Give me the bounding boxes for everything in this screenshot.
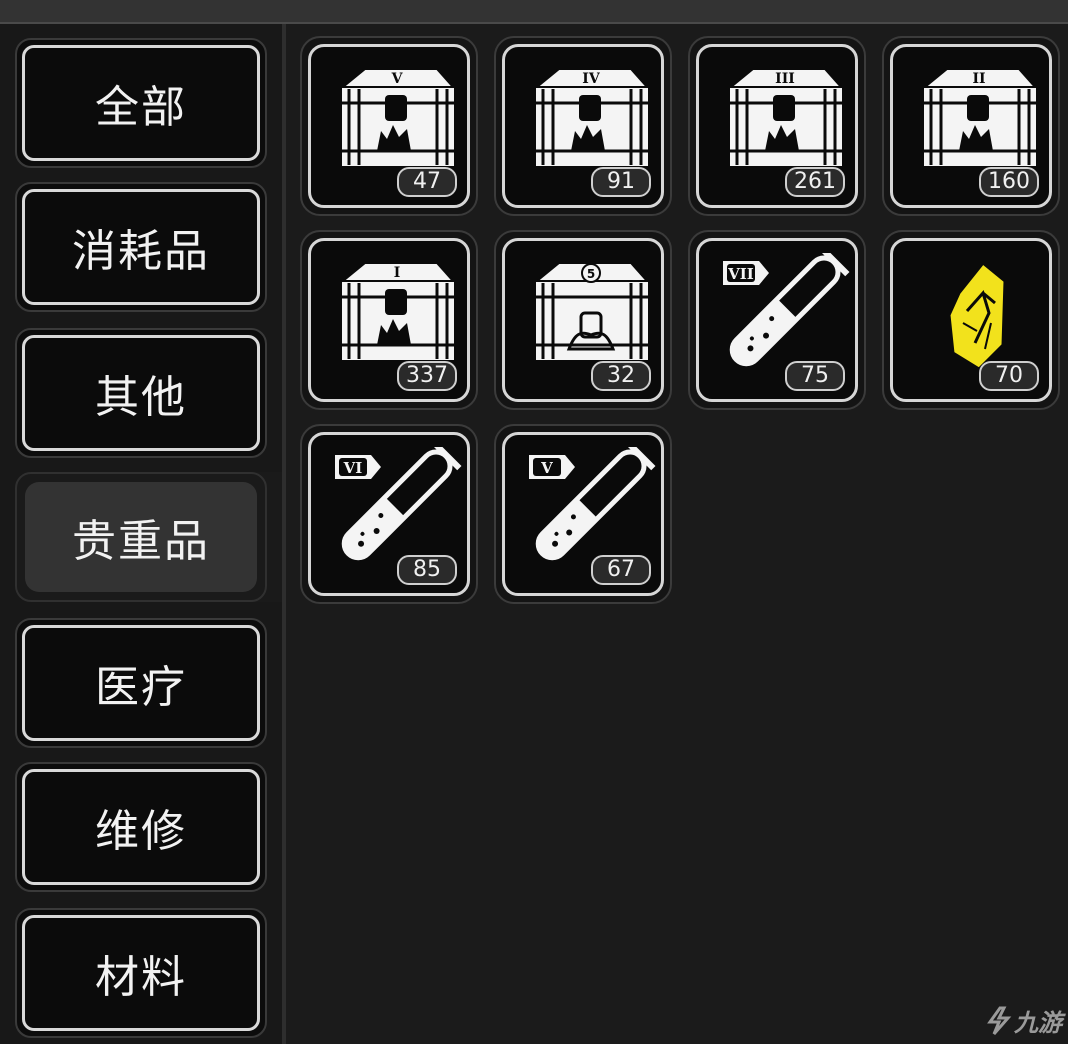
tier-label: V [391, 71, 404, 87]
test-tube-icon: V [529, 447, 656, 561]
item-count: 261 [785, 167, 845, 197]
supply-crate-icon: III [728, 68, 844, 168]
tier-label: V [540, 459, 553, 477]
item-slot[interactable]: VII 75 [688, 230, 866, 410]
supply-crate-icon: II [922, 68, 1038, 168]
watermark-text: 九游 [1014, 1009, 1062, 1037]
tab-materials[interactable]: 材料 [15, 908, 267, 1038]
inventory-screen: 全部 消耗品 其他 贵重品 医疗 维修 材料 V 47 IV 91 III 26… [0, 0, 1068, 1044]
tab-label: 材料 [95, 952, 187, 1003]
item-slot[interactable]: I 337 [300, 230, 478, 410]
watermark: 九游 [986, 1003, 1062, 1038]
item-slot[interactable]: IV 91 [494, 36, 672, 216]
tab-valuables[interactable]: 贵重品 [15, 472, 267, 602]
crystal-icon [947, 260, 1007, 371]
tier-label: 5 [587, 267, 595, 281]
tab-label: 贵重品 [72, 516, 210, 567]
item-count: 32 [591, 361, 651, 391]
tier-label: IV [582, 71, 601, 87]
supply-crate-icon: I [340, 262, 456, 362]
tab-label: 全部 [95, 82, 187, 133]
item-count: 160 [979, 167, 1039, 197]
tab-repair[interactable]: 维修 [15, 762, 267, 892]
tier-label: II [972, 71, 985, 87]
tab-label: 其他 [95, 372, 187, 423]
tab-consumables[interactable]: 消耗品 [15, 182, 267, 312]
tab-medical[interactable]: 医疗 [15, 618, 267, 748]
item-count: 70 [979, 361, 1039, 391]
item-slot[interactable]: V 47 [300, 36, 478, 216]
test-tube-icon: VII [723, 253, 850, 367]
item-count: 75 [785, 361, 845, 391]
item-slot[interactable]: II 160 [882, 36, 1060, 216]
item-slot[interactable]: VI 85 [300, 424, 478, 604]
tier-label: III [775, 71, 795, 87]
tab-label: 医疗 [95, 662, 187, 713]
supply-crate-icon: IV [534, 68, 650, 168]
item-count: 337 [397, 361, 457, 391]
item-count: 67 [591, 555, 651, 585]
item-count: 85 [397, 555, 457, 585]
special-crate-icon: 5 [534, 262, 650, 362]
tab-label: 消耗品 [72, 226, 210, 277]
item-slot[interactable]: V 67 [494, 424, 672, 604]
item-count: 91 [591, 167, 651, 197]
tab-other[interactable]: 其他 [15, 328, 267, 458]
tab-label: 维修 [95, 806, 187, 857]
item-count: 47 [397, 167, 457, 197]
logo-icon [987, 1006, 1012, 1035]
item-slot[interactable]: III 261 [688, 36, 866, 216]
tier-label: I [394, 265, 401, 281]
tab-all[interactable]: 全部 [15, 38, 267, 168]
top-bar [0, 0, 1068, 24]
supply-crate-icon: V [340, 68, 456, 168]
test-tube-icon: VI [335, 447, 462, 561]
category-sidebar: 全部 消耗品 其他 贵重品 医疗 维修 材料 [0, 24, 282, 1044]
item-slot[interactable]: 70 [882, 230, 1060, 410]
item-slot[interactable]: 5 32 [494, 230, 672, 410]
tier-label: VI [343, 459, 363, 477]
sidebar-divider [282, 24, 286, 1044]
tier-label: VII [727, 265, 754, 283]
